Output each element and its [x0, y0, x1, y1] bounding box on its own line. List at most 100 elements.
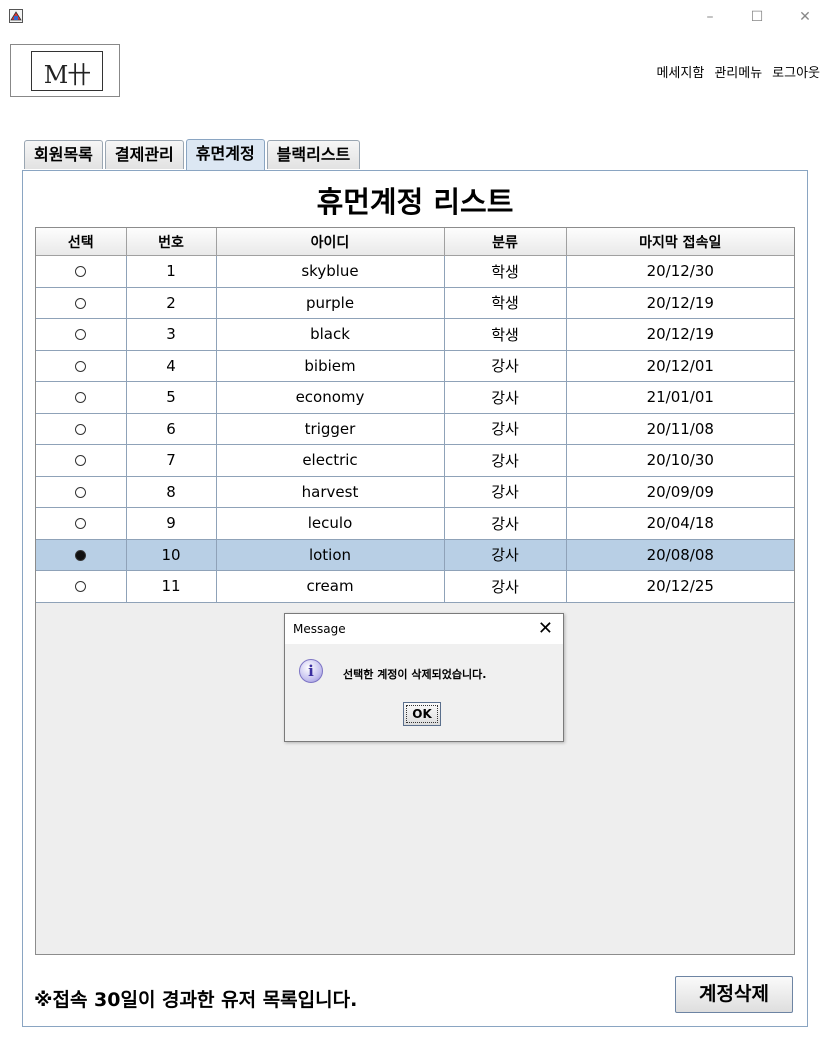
row-type: 강사 — [443, 381, 567, 414]
row-radio-button[interactable] — [75, 266, 87, 278]
row-radio-button[interactable] — [75, 392, 87, 404]
row-type: 강사 — [443, 413, 567, 445]
row-user-id: cream — [215, 570, 445, 603]
table-viewport: 선택 번호 아이디 분류 마지막 접속일 1 skyblue 학생 20/12/30 2… — [35, 227, 795, 955]
ok-button[interactable]: OK — [403, 702, 441, 726]
row-radio-button[interactable] — [75, 329, 87, 341]
tab-members[interactable]: 회원목록 — [24, 140, 103, 169]
row-select-cell[interactable] — [36, 413, 127, 445]
dialog-message: 선택한 계정이 삭제되었습니다. — [343, 668, 487, 681]
table-row[interactable]: 3 black 학생 20/12/19 — [36, 318, 794, 351]
tab-bar: 회원목록 결제관리 휴면계정 블랙리스트 — [24, 139, 362, 170]
dormant-table: 선택 번호 아이디 분류 마지막 접속일 1 skyblue 학생 20/12/30 2… — [36, 228, 794, 603]
dialog-close-button[interactable]: ✕ — [538, 618, 553, 639]
table-row[interactable]: 5 economy 강사 21/01/01 — [36, 381, 794, 414]
row-number: 8 — [125, 476, 217, 508]
dialog-title: Message — [293, 622, 346, 636]
row-type: 강사 — [443, 570, 567, 603]
dialog-titlebar: Message ✕ — [285, 614, 563, 644]
row-last-login: 20/08/08 — [565, 539, 794, 571]
maximize-button[interactable]: ☐ — [742, 6, 772, 28]
row-select-cell[interactable] — [36, 350, 127, 382]
row-select-cell[interactable] — [36, 507, 127, 540]
table-row[interactable]: 4 bibiem 강사 20/12/01 — [36, 350, 794, 382]
row-last-login: 20/12/19 — [565, 287, 794, 319]
row-last-login: 20/11/08 — [565, 413, 794, 445]
row-number: 2 — [125, 287, 217, 319]
row-user-id: lotion — [215, 539, 445, 571]
messages-link[interactable]: 메세지함 — [656, 62, 704, 81]
row-select-cell[interactable] — [36, 318, 127, 351]
row-select-cell[interactable] — [36, 255, 127, 288]
tab-blacklist[interactable]: 블랙리스트 — [266, 140, 361, 169]
table-row[interactable]: 9 leculo 강사 20/04/18 — [36, 507, 794, 540]
row-select-cell[interactable] — [36, 381, 127, 414]
tab-dormant[interactable]: 휴면계정 — [185, 139, 265, 170]
col-header-select[interactable]: 선택 — [36, 228, 127, 256]
row-user-id: skyblue — [215, 255, 445, 288]
row-select-cell[interactable] — [36, 570, 127, 603]
row-radio-button[interactable] — [75, 423, 87, 435]
row-type: 강사 — [443, 539, 567, 571]
row-user-id: leculo — [215, 507, 445, 540]
row-type: 강사 — [443, 507, 567, 540]
row-number: 3 — [125, 318, 217, 351]
col-header-type[interactable]: 분류 — [443, 228, 567, 256]
row-user-id: trigger — [215, 413, 445, 445]
row-type: 학생 — [443, 255, 567, 288]
col-header-last-login[interactable]: 마지막 접속일 — [565, 228, 794, 256]
row-radio-button[interactable] — [75, 486, 87, 498]
row-number: 7 — [125, 444, 217, 477]
footer-note: ※접속 30일이 경과한 유저 목록입니다. — [34, 989, 358, 1011]
row-user-id: electric — [215, 444, 445, 477]
row-user-id: black — [215, 318, 445, 351]
row-radio-button[interactable] — [75, 297, 87, 309]
page-title: 휴먼계정 리스트 — [316, 185, 514, 219]
row-radio-button[interactable] — [75, 581, 87, 593]
row-user-id: bibiem — [215, 350, 445, 382]
close-window-button[interactable]: ✕ — [790, 6, 820, 28]
row-type: 강사 — [443, 476, 567, 508]
minimize-button[interactable]: – — [695, 6, 725, 28]
row-radio-button[interactable] — [75, 549, 87, 561]
row-radio-button[interactable] — [75, 518, 87, 530]
table-row[interactable]: 10 lotion 강사 20/08/08 — [36, 539, 794, 571]
row-type: 강사 — [443, 444, 567, 477]
table-row[interactable]: 8 harvest 강사 20/09/09 — [36, 476, 794, 508]
row-number: 6 — [125, 413, 217, 445]
row-radio-button[interactable] — [75, 455, 87, 467]
row-select-cell[interactable] — [36, 476, 127, 508]
col-header-number[interactable]: 번호 — [125, 228, 217, 256]
admin-menu-link[interactable]: 관리메뉴 — [714, 62, 762, 81]
row-last-login: 20/10/30 — [565, 444, 794, 477]
dormant-panel: 휴먼계정 리스트 선택 번호 아이디 분류 마지막 접속일 1 skyblue 학생… — [22, 170, 808, 1027]
row-number: 5 — [125, 381, 217, 414]
row-radio-button[interactable] — [75, 360, 87, 372]
table-row[interactable]: 11 cream 강사 20/12/25 — [36, 570, 794, 603]
table-row[interactable]: 7 electric 강사 20/10/30 — [36, 444, 794, 477]
row-number: 11 — [125, 570, 217, 603]
delete-account-button[interactable]: 계정삭제 — [675, 976, 793, 1013]
row-last-login: 20/12/30 — [565, 255, 794, 288]
table-row[interactable]: 2 purple 학생 20/12/19 — [36, 287, 794, 319]
row-last-login: 21/01/01 — [565, 381, 794, 414]
row-select-cell[interactable] — [36, 287, 127, 319]
top-nav: 메세지함 관리메뉴 로그아웃 — [656, 62, 820, 81]
col-header-id[interactable]: 아이디 — [215, 228, 445, 256]
row-type: 강사 — [443, 350, 567, 382]
row-last-login: 20/04/18 — [565, 507, 794, 540]
row-last-login: 20/12/25 — [565, 570, 794, 603]
row-last-login: 20/09/09 — [565, 476, 794, 508]
row-number: 4 — [125, 350, 217, 382]
row-number: 9 — [125, 507, 217, 540]
row-user-id: purple — [215, 287, 445, 319]
row-select-cell[interactable] — [36, 539, 127, 571]
logo: M卄 — [10, 44, 120, 97]
tab-payments[interactable]: 결제관리 — [104, 140, 184, 169]
table-row[interactable]: 1 skyblue 학생 20/12/30 — [36, 255, 794, 288]
java-app-icon — [9, 9, 23, 23]
logout-link[interactable]: 로그아웃 — [772, 62, 820, 81]
row-last-login: 20/12/19 — [565, 318, 794, 351]
row-select-cell[interactable] — [36, 444, 127, 477]
table-row[interactable]: 6 trigger 강사 20/11/08 — [36, 413, 794, 445]
